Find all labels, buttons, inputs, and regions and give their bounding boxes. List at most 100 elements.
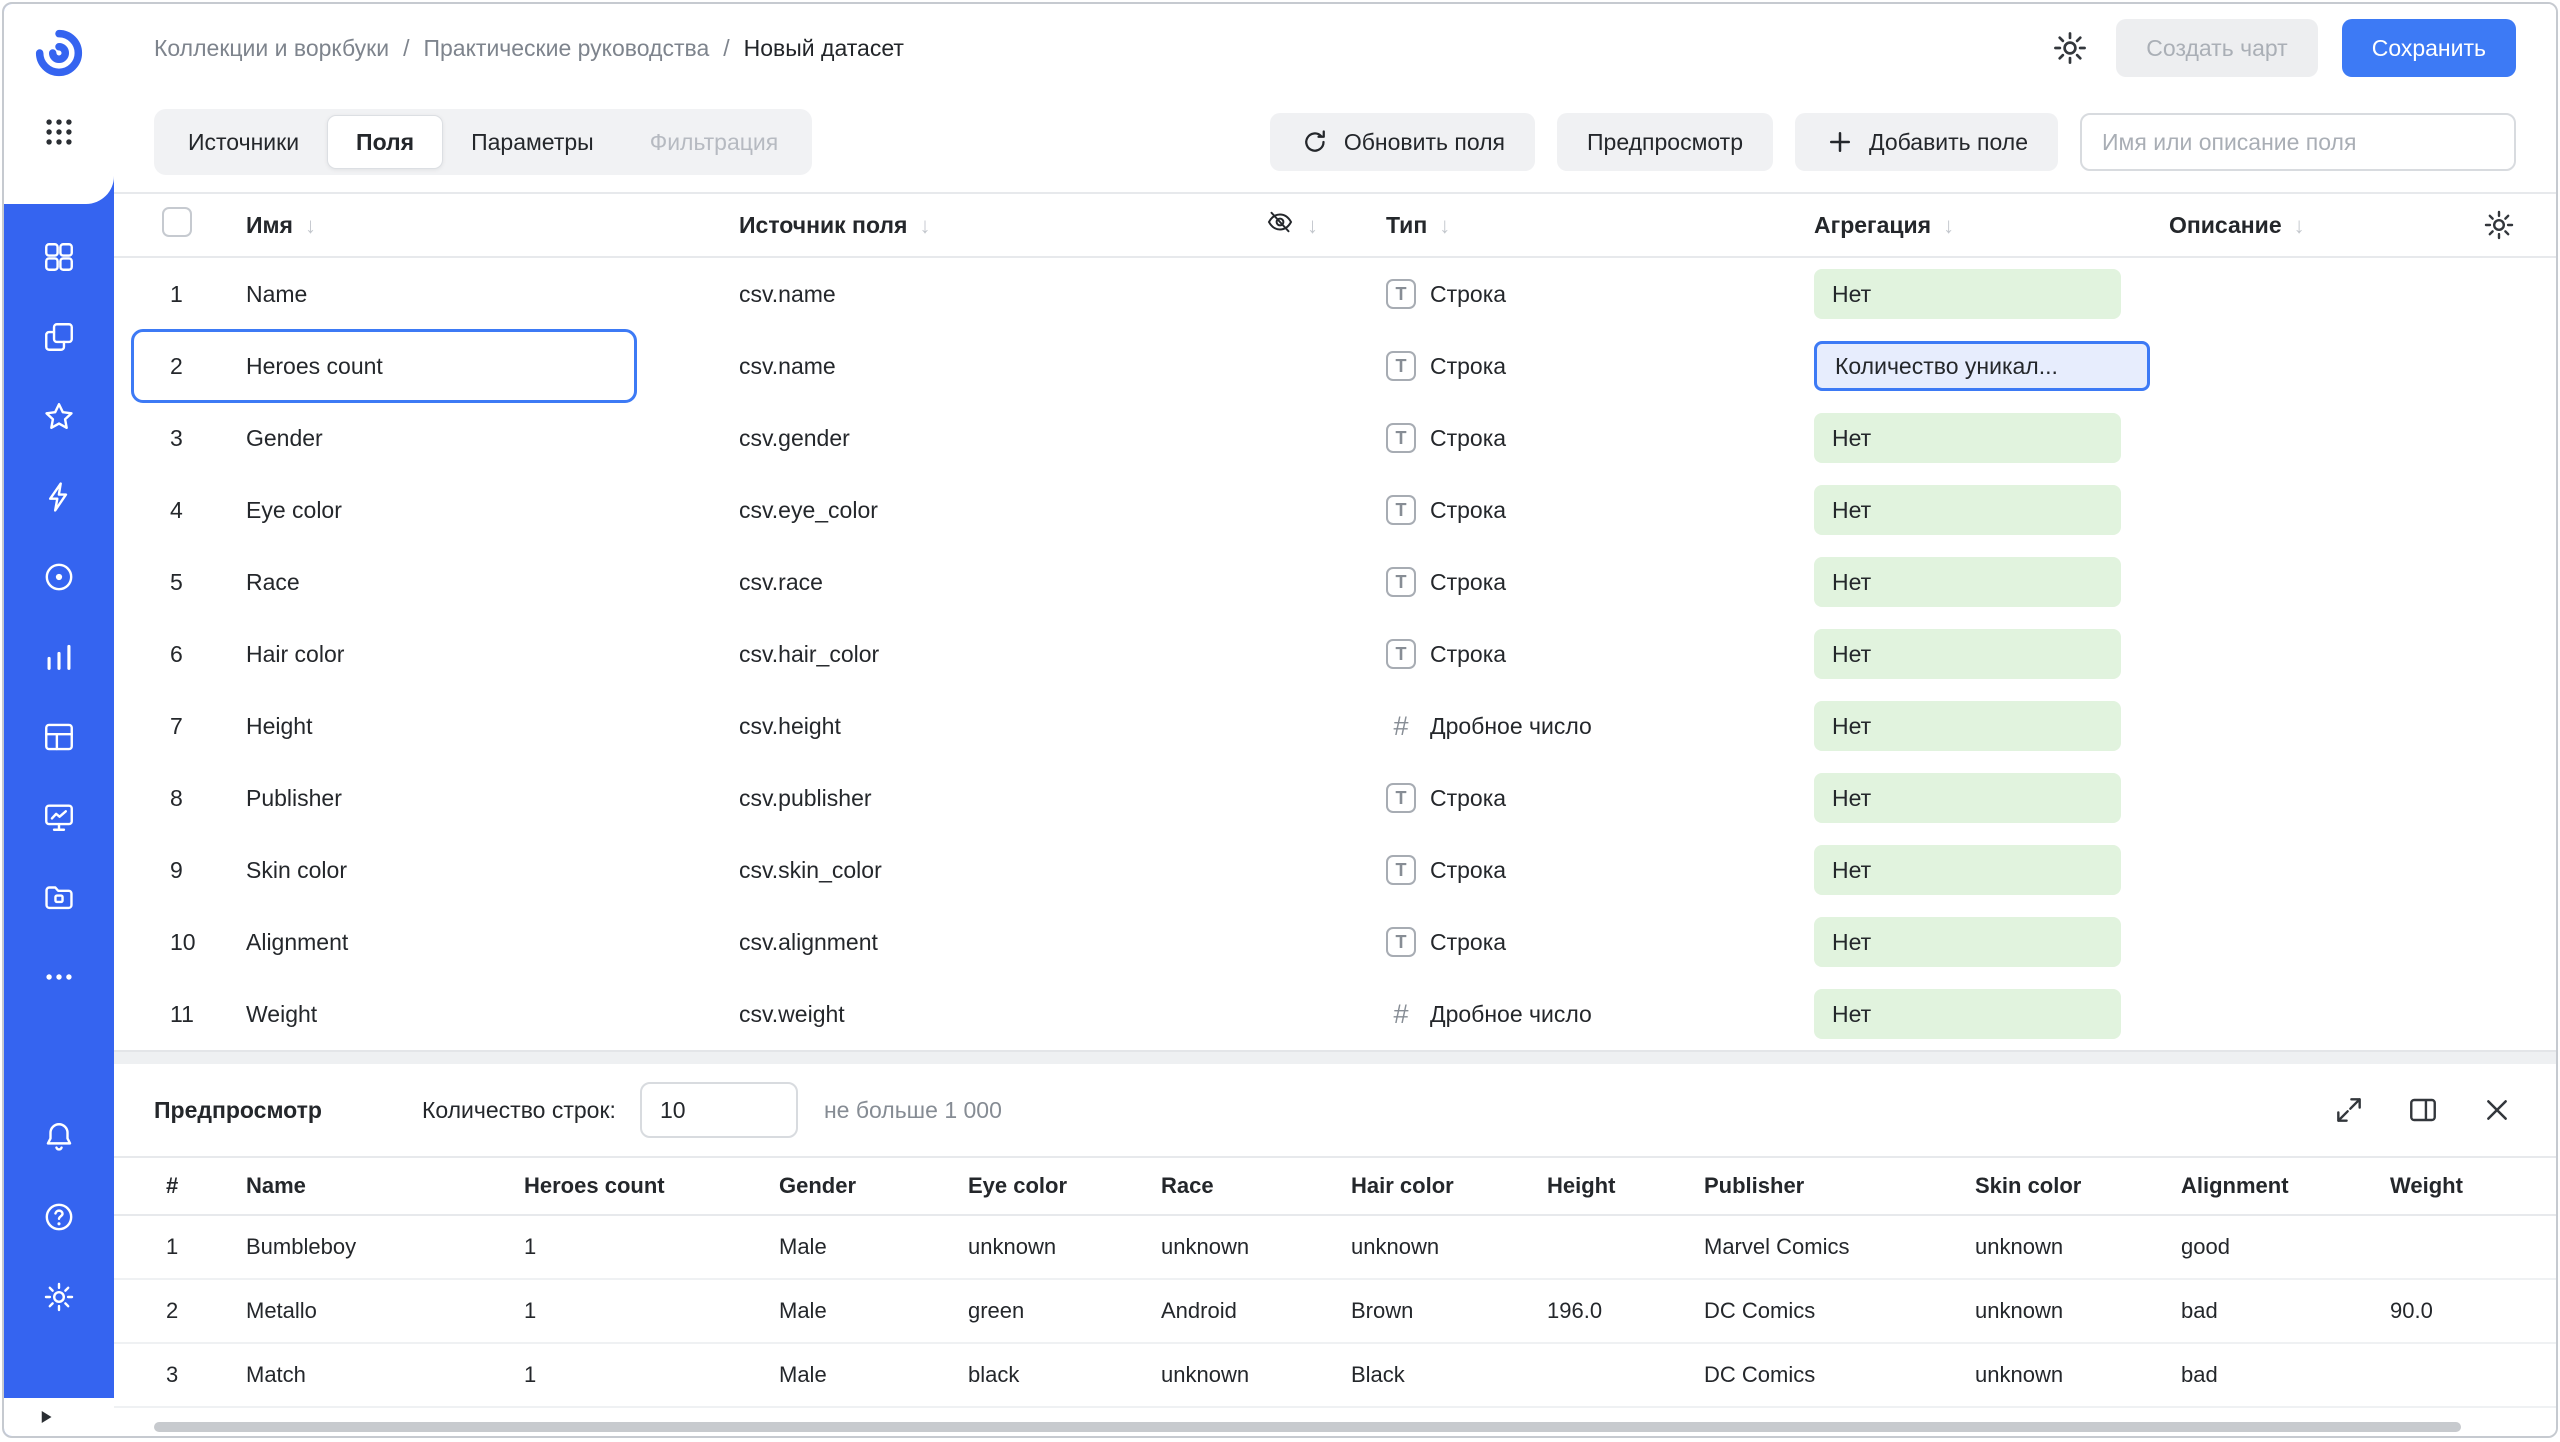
field-row[interactable]: 7 Height csv.height #Дробное число Нет [114,690,2556,762]
breadcrumb-item[interactable]: Коллекции и воркбуки [154,35,389,62]
tab-fields[interactable]: Поля [327,115,443,169]
field-name[interactable]: Publisher [246,785,739,812]
field-source[interactable]: csv.alignment [739,929,1265,956]
field-source[interactable]: csv.hair_color [739,641,1265,668]
field-name[interactable]: Name [246,281,739,308]
field-row[interactable]: 10 Alignment csv.alignment TСтрока Нет [114,906,2556,978]
field-name[interactable]: Weight [246,1001,739,1028]
field-source[interactable]: csv.skin_color [739,857,1265,884]
aggregation-select[interactable]: Нет [1814,773,2121,823]
field-row[interactable]: 9 Skin color csv.skin_color TСтрока Нет [114,834,2556,906]
aggregation-select[interactable]: Нет [1814,629,2121,679]
breadcrumb-item[interactable]: Практические руководства [423,35,709,62]
preview-column-header[interactable]: # [154,1173,234,1199]
field-name[interactable]: Alignment [246,929,739,956]
field-row[interactable]: 6 Hair color csv.hair_color TСтрока Нет [114,618,2556,690]
field-type[interactable]: TСтрока [1386,927,1814,957]
tab-parameters[interactable]: Параметры [443,115,622,169]
table-settings-gear-icon[interactable] [2482,208,2516,242]
dataset-settings-gear-icon[interactable] [2048,26,2092,70]
preview-column-header[interactable]: Race [1149,1173,1339,1199]
tab-sources[interactable]: Источники [160,115,327,169]
preview-rows-input[interactable] [640,1082,798,1138]
column-header-source[interactable]: Источник поля [739,212,1265,239]
chart-icon[interactable] [31,630,87,684]
sort-icon[interactable] [1295,212,1318,239]
field-name[interactable]: Height [246,713,739,740]
sidebar-collapse-button[interactable] [4,1398,114,1436]
preview-column-header[interactable]: Alignment [2169,1173,2378,1199]
bell-icon[interactable] [31,1110,87,1164]
field-source[interactable]: csv.weight [739,1001,1265,1028]
more-icon[interactable] [31,950,87,1004]
field-row[interactable]: 1 Name csv.name TСтрока Нет [114,258,2556,330]
aggregation-select[interactable]: Нет [1814,269,2121,319]
field-type[interactable]: TСтрока [1386,495,1814,525]
field-source[interactable]: csv.name [739,353,1265,380]
field-name[interactable]: Hair color [246,641,739,668]
circle-icon[interactable] [31,550,87,604]
field-source[interactable]: csv.name [739,281,1265,308]
field-row[interactable]: 3 Gender csv.gender TСтрока Нет [114,402,2556,474]
select-all-checkbox[interactable] [162,207,192,237]
column-header-hidden[interactable] [1265,207,1386,243]
preview-column-header[interactable]: Hair color [1339,1173,1535,1199]
aggregation-select[interactable]: Нет [1814,845,2121,895]
field-name[interactable]: Gender [246,425,739,452]
column-header-name[interactable]: Имя [246,212,739,239]
preview-column-header[interactable]: Heroes count [512,1173,767,1199]
scrollbar-thumb[interactable] [154,1422,2461,1432]
aggregation-select[interactable]: Нет [1814,485,2121,535]
refresh-fields-button[interactable]: Обновить поля [1270,113,1535,171]
apps-grid-icon[interactable] [39,112,79,152]
column-header-aggregation[interactable]: Агрегация [1814,212,2169,239]
star-icon[interactable] [31,390,87,444]
folder-icon[interactable] [31,870,87,924]
breadcrumb-item[interactable]: Новый датасет [744,35,904,62]
tab-filtration[interactable]: Фильтрация [622,115,807,169]
field-row[interactable]: 4 Eye color csv.eye_color TСтрока Нет [114,474,2556,546]
preview-column-header[interactable]: Weight [2378,1173,2516,1199]
datalens-logo-icon[interactable] [30,24,88,82]
aggregation-select[interactable]: Нет [1814,413,2121,463]
field-name[interactable]: Heroes count [246,353,739,380]
preview-column-header[interactable]: Publisher [1692,1173,1963,1199]
field-row[interactable]: 11 Weight csv.weight #Дробное число Нет [114,978,2556,1050]
field-type[interactable]: TСтрока [1386,279,1814,309]
field-type[interactable]: TСтрока [1386,783,1814,813]
help-icon[interactable] [31,1190,87,1244]
preview-toggle-button[interactable]: Предпросмотр [1557,113,1773,171]
preview-column-header[interactable]: Eye color [956,1173,1149,1199]
field-type[interactable]: TСтрока [1386,639,1814,669]
field-type[interactable]: TСтрока [1386,567,1814,597]
field-name[interactable]: Skin color [246,857,739,884]
grid-icon[interactable] [31,230,87,284]
field-name[interactable]: Race [246,569,739,596]
horizontal-scrollbar[interactable] [154,1422,2532,1432]
close-icon[interactable] [2478,1091,2516,1129]
field-source[interactable]: csv.eye_color [739,497,1265,524]
preview-column-header[interactable]: Gender [767,1173,956,1199]
field-row[interactable]: 2 Heroes count csv.name TСтрока Количест… [114,330,2556,402]
field-type[interactable]: TСтрока [1386,855,1814,885]
field-search-input[interactable] [2080,113,2516,171]
field-source[interactable]: csv.height [739,713,1265,740]
table-icon[interactable] [31,710,87,764]
sort-icon[interactable] [1427,212,1450,238]
aggregation-select[interactable]: Нет [1814,557,2121,607]
field-type[interactable]: #Дробное число [1386,711,1814,742]
aggregation-select[interactable]: Нет [1814,701,2121,751]
field-row[interactable]: 8 Publisher csv.publisher TСтрока Нет [114,762,2556,834]
aggregation-select[interactable]: Нет [1814,989,2121,1039]
save-button[interactable]: Сохранить [2342,19,2516,77]
bolt-icon[interactable] [31,470,87,524]
aggregation-select[interactable]: Количество уникал... [1814,341,2150,391]
column-header-description[interactable]: Описание [2169,212,2460,239]
field-name[interactable]: Eye color [246,497,739,524]
column-header-type[interactable]: Тип [1386,212,1814,239]
field-type[interactable]: TСтрока [1386,351,1814,381]
layers-icon[interactable] [31,310,87,364]
field-source[interactable]: csv.publisher [739,785,1265,812]
gear-icon[interactable] [31,1270,87,1324]
sort-icon[interactable] [293,212,316,238]
